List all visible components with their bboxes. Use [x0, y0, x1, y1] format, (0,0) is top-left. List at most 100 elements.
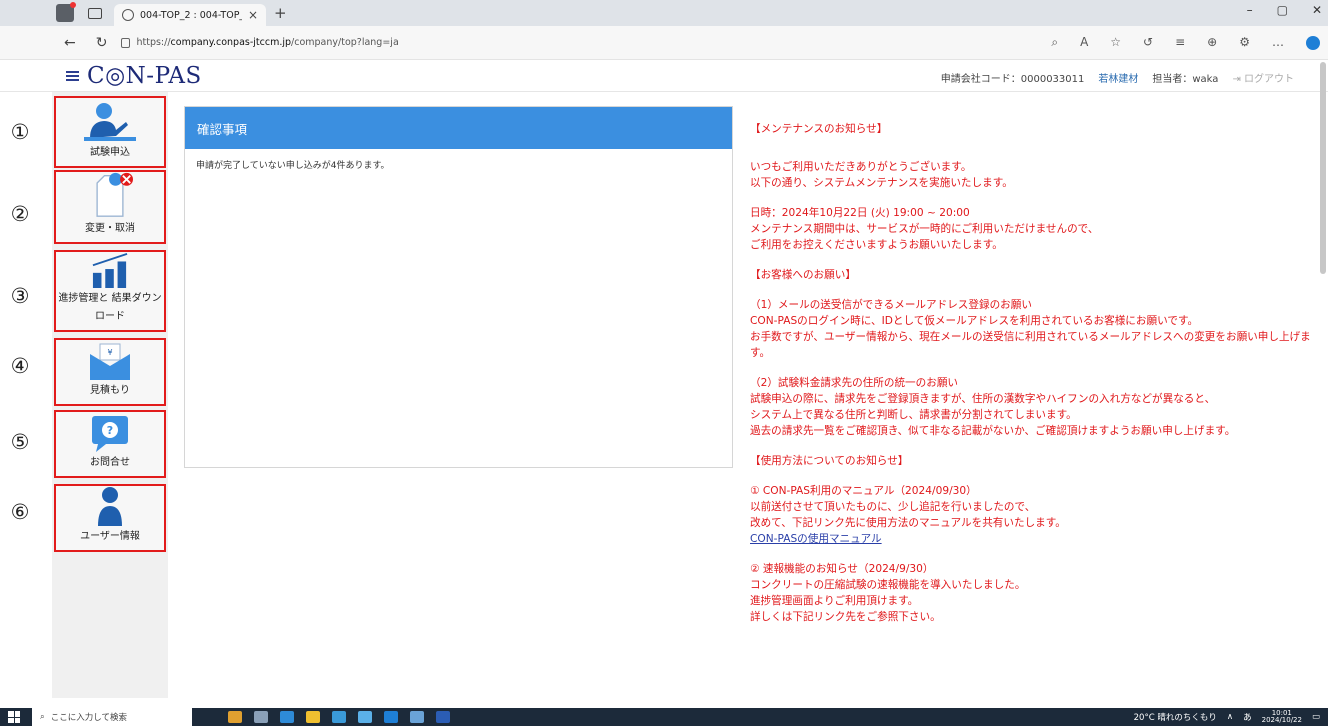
- sidebar-item-exam-application[interactable]: 試験申込: [54, 96, 166, 168]
- sidebar-item-change-cancel[interactable]: 変更・取消: [54, 170, 166, 244]
- request-2: （2）試験料金請求先の住所の統一のお願い 試験申込の際に、請求先をご登録頂きます…: [750, 377, 1236, 437]
- browser-tab[interactable]: 004-TOP_2 : 004-TOP_2 ×: [114, 4, 266, 26]
- refresh-page-icon[interactable]: ↺: [1143, 35, 1153, 50]
- svg-text:?: ?: [107, 424, 113, 437]
- taskbar-app-icon[interactable]: [358, 711, 372, 723]
- sidebar-item-inquiry[interactable]: ? お問合せ: [54, 410, 166, 478]
- usage-1: ① CON-PAS利用のマニュアル（2024/09/30） 以前送付させて頂いた…: [750, 485, 1066, 529]
- minimize-button[interactable]: –: [1247, 3, 1253, 17]
- svg-text:¥: ¥: [107, 348, 112, 357]
- url-path: /company/top?lang=ja: [291, 37, 399, 48]
- tab-title: 004-TOP_2 : 004-TOP_2: [140, 9, 242, 21]
- new-tab-button[interactable]: +: [274, 4, 287, 22]
- close-window-button[interactable]: ✕: [1312, 3, 1322, 17]
- tab-actions-icon[interactable]: [88, 7, 102, 19]
- taskbar-app-icon[interactable]: [332, 711, 346, 723]
- url-field[interactable]: https://company.conpas-jtccm.jp/company/…: [121, 37, 399, 48]
- back-icon[interactable]: ←: [64, 35, 76, 51]
- user-name: 担当者：waka: [1152, 74, 1219, 85]
- ime-indicator[interactable]: あ: [1243, 711, 1252, 723]
- extensions-icon[interactable]: ⚙: [1239, 35, 1250, 50]
- screen: 004-TOP_2 : 004-TOP_2 × + – ▢ ✕ ← ↻ http…: [0, 0, 1328, 726]
- taskbar-app-icon[interactable]: [410, 711, 424, 723]
- notice-schedule: 日時：2024年10月22日 (火) 19:00 ~ 20:00 メンテナンス期…: [750, 207, 1099, 251]
- usage-2: ② 速報機能のお知らせ（2024/9/30） コンクリートの圧縮試験の速報機能を…: [750, 563, 1026, 623]
- file-explorer-icon[interactable]: [306, 711, 320, 723]
- app-header: C◎N-PAS 申請会社コード：0000033011 若林建材 担当者：waka…: [0, 60, 1328, 92]
- conpas-logo[interactable]: C◎N-PAS: [87, 63, 202, 89]
- url-prefix: https://: [136, 37, 171, 48]
- marker-6: ⑥: [10, 500, 30, 524]
- marker-1: ①: [10, 120, 30, 144]
- zoom-icon[interactable]: ⌕: [1051, 35, 1058, 50]
- request-1: （1）メールの送受信ができるメールアドレス登録のお願い CON-PASのログイン…: [750, 299, 1311, 359]
- sidebar-item-label: 試験申込: [90, 147, 130, 158]
- system-tray: 20°C 晴れのちくもり ∧ あ 10:01 2024/10/22 ▭: [1134, 710, 1320, 724]
- word-icon[interactable]: [436, 711, 450, 723]
- taskbar-search-placeholder: ここに入力して検索: [50, 713, 128, 723]
- tab-close-icon[interactable]: ×: [248, 8, 258, 22]
- favorites-icon[interactable]: ≡: [1175, 35, 1185, 50]
- taskbar-apps: [228, 711, 450, 723]
- window-controls: – ▢ ✕: [1247, 3, 1322, 17]
- sidebar-item-progress-download[interactable]: 進捗管理と 結果ダウンロード: [54, 250, 166, 332]
- weather[interactable]: 20°C 晴れのちくもり: [1134, 711, 1217, 723]
- sidebar-item-label: 見積もり: [90, 385, 130, 396]
- request-heading: 【お客様へのお願い】: [750, 269, 856, 281]
- taskbar-search[interactable]: ⌕ ここに入力して検索: [32, 708, 192, 726]
- search-icon: ⌕: [40, 712, 45, 722]
- logout-label: ログアウト: [1244, 74, 1294, 85]
- applicant-code: 申請会社コード：0000033011: [940, 74, 1085, 85]
- marker-5: ⑤: [10, 430, 30, 454]
- notice-heading: 【メンテナンスのお知らせ】: [750, 123, 888, 135]
- notice-intro: いつもご利用いただきありがとうございます。 以下の通り、システムメンテナンスを実…: [750, 161, 1013, 189]
- sidebar-item-label: ユーザー情報: [80, 531, 140, 542]
- read-aloud-icon[interactable]: A: [1080, 35, 1088, 50]
- favorite-star-icon[interactable]: ☆: [1110, 35, 1121, 50]
- date: 2024/10/22: [1261, 716, 1302, 724]
- clock[interactable]: 10:01 2024/10/22: [1262, 710, 1302, 724]
- yen-envelope-icon: ¥: [90, 343, 130, 380]
- marker-4: ④: [10, 354, 30, 378]
- edge-copilot-icon[interactable]: [1306, 36, 1320, 50]
- company-name-link[interactable]: 若林建材: [1098, 70, 1138, 85]
- marker-3: ③: [10, 284, 30, 308]
- sidebar-item-estimate[interactable]: ¥ 見積もり: [54, 338, 166, 406]
- user-desk-icon: [84, 103, 136, 141]
- browser-tab-bar: 004-TOP_2 : 004-TOP_2 × + – ▢ ✕: [0, 0, 1328, 26]
- tray-chevron-icon[interactable]: ∧: [1227, 712, 1233, 722]
- notifications-icon[interactable]: ▭: [1312, 712, 1320, 722]
- header-user-info: 申請会社コード：0000033011 若林建材 担当者：waka ⇥ ログアウト: [941, 70, 1294, 85]
- marker-2: ②: [10, 202, 30, 226]
- page-scrollbar[interactable]: [1320, 62, 1326, 274]
- reload-icon[interactable]: ↻: [96, 35, 108, 51]
- favicon-icon: [122, 9, 134, 21]
- document-edit-cancel-icon: [96, 172, 133, 217]
- taskbar-app-icon[interactable]: [228, 711, 242, 723]
- panel-message: 申請が完了していない申し込みが4件あります。: [196, 161, 390, 171]
- usage-heading: 【使用方法についてのお知らせ】: [750, 455, 909, 467]
- taskbar-app-icon[interactable]: [280, 711, 294, 723]
- task-view-icon[interactable]: [254, 711, 268, 723]
- user-icon: [98, 487, 122, 526]
- logout-button[interactable]: ⇥ ログアウト: [1232, 70, 1294, 85]
- profile-icon[interactable]: [56, 2, 76, 22]
- menu-icon[interactable]: [66, 70, 79, 81]
- windows-taskbar: ⌕ ここに入力して検索 20°C 晴れのちくもり ∧ あ 10:01 2024/…: [0, 708, 1328, 726]
- bar-chart-icon: [92, 252, 128, 288]
- sidebar-item-user-info[interactable]: ユーザー情報: [54, 484, 166, 552]
- maintenance-notice: 【メンテナンスのお知らせ】 いつもご利用いただきありがとうございます。 以下の通…: [750, 121, 1312, 625]
- question-bubble-icon: ?: [92, 416, 128, 452]
- more-icon[interactable]: …: [1272, 35, 1284, 50]
- sidebar-item-label: 進捗管理と 結果ダウンロード: [58, 293, 162, 322]
- collections-icon[interactable]: ⊕: [1207, 35, 1217, 50]
- windows-start-icon[interactable]: [8, 711, 20, 723]
- url-domain: company.conpas-jtccm.jp: [170, 37, 292, 48]
- panel-title: 確認事項: [185, 107, 732, 149]
- edge-browser-icon[interactable]: [384, 711, 398, 723]
- sidebar-item-label: 変更・取消: [85, 223, 135, 234]
- maximize-button[interactable]: ▢: [1277, 3, 1288, 17]
- manual-link[interactable]: CON-PASの使用マニュアル: [750, 531, 1312, 547]
- lock-icon: [121, 37, 131, 48]
- sidebar-item-label: お問合せ: [90, 457, 130, 468]
